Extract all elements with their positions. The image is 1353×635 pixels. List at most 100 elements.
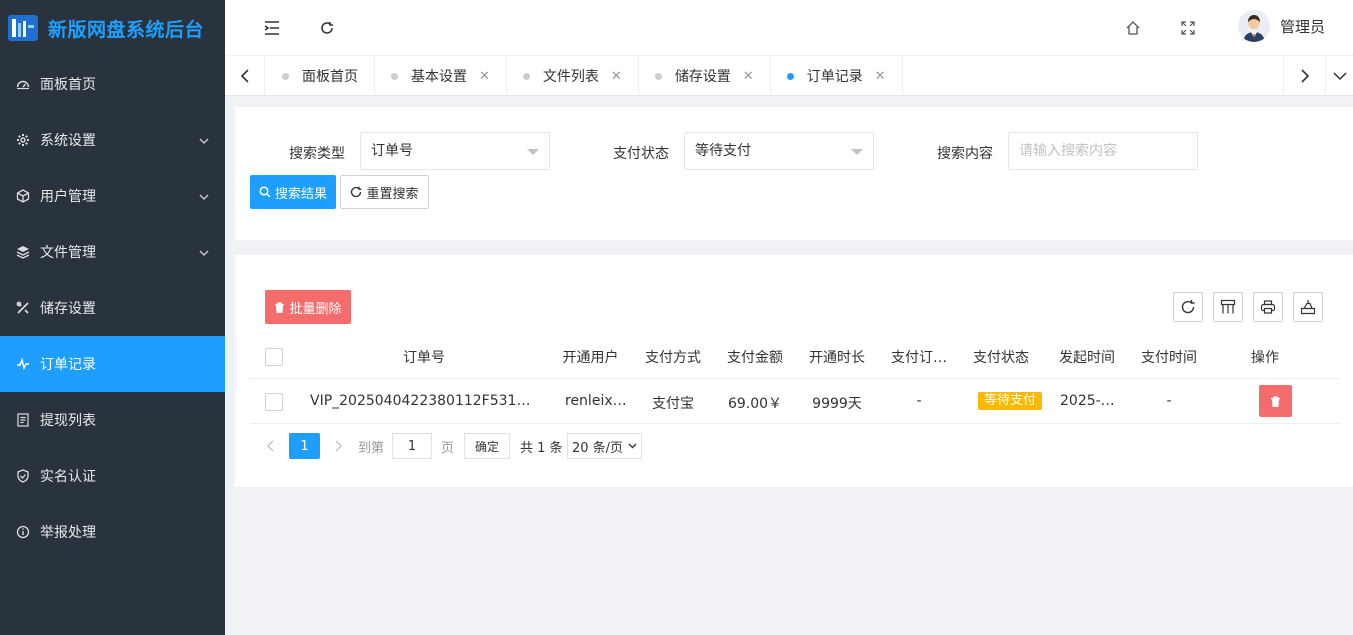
close-icon[interactable]: ✕	[479, 69, 490, 84]
close-icon[interactable]: ✕	[611, 69, 622, 84]
close-icon[interactable]: ✕	[875, 69, 886, 84]
chevron-down-icon	[199, 133, 209, 149]
refresh-icon[interactable]	[315, 16, 339, 40]
status-badge: 等待支付	[978, 392, 1043, 410]
goto-confirm-button[interactable]: 确定	[464, 433, 510, 459]
column-header: 支付时间	[1141, 350, 1197, 366]
tab-label: 面板首页	[302, 69, 358, 85]
sidebar-item-user-management[interactable]: 用户管理	[0, 168, 225, 224]
chevron-down-icon	[527, 149, 539, 155]
close-icon[interactable]: ✕	[743, 69, 754, 84]
cell-duration: 9999天	[812, 396, 862, 412]
topbar: 管理员	[225, 0, 1353, 56]
row-divider	[250, 423, 1340, 424]
admin-menu[interactable]: 管理员	[1237, 10, 1325, 42]
page-size-value: 20 条/页	[572, 440, 624, 456]
search-type-label: 搜索类型	[289, 146, 345, 162]
sidebar-item-file-management[interactable]: 文件管理	[0, 224, 225, 280]
sidebar-item-system-settings[interactable]: 系统设置	[0, 112, 225, 168]
chevron-down-icon	[199, 189, 209, 205]
header-divider	[250, 378, 1340, 379]
sidebar: 新版网盘系统后台 面板首页系统设置用户管理文件管理储存设置订单记录提现列表实名认…	[0, 0, 225, 635]
batch-delete-button[interactable]: 批量删除	[265, 290, 351, 324]
sidebar-item-label: 储存设置	[40, 301, 96, 317]
page-next-button[interactable]	[332, 433, 346, 459]
dashboard-icon	[16, 77, 30, 91]
tab-2[interactable]: 文件列表 ✕	[507, 56, 639, 96]
trash-icon	[274, 301, 285, 313]
sidebar-item-order-records[interactable]: 订单记录	[0, 336, 225, 392]
tabs-dropdown-button[interactable]	[1325, 56, 1353, 96]
shield-check-icon	[16, 469, 30, 483]
home-icon[interactable]	[1121, 16, 1145, 40]
tab-label: 订单记录	[806, 69, 863, 85]
fullscreen-icon[interactable]	[1176, 16, 1200, 40]
row-delete-button[interactable]	[1259, 385, 1292, 417]
column-header: 开通时长	[809, 350, 865, 366]
search-icon	[259, 186, 271, 198]
sidebar-item-home[interactable]: 面板首页	[0, 56, 225, 112]
column-header: 发起时间	[1059, 350, 1115, 366]
sidebar-item-label: 用户管理	[40, 189, 96, 205]
tab-3[interactable]: 储存设置 ✕	[639, 56, 771, 96]
search-type-select[interactable]: 订单号	[360, 132, 550, 170]
cell-pay-order: -	[916, 393, 922, 409]
table-refresh-button[interactable]	[1173, 292, 1203, 322]
pay-status-label: 支付状态	[613, 146, 669, 162]
tabs-prev-button[interactable]	[225, 56, 265, 96]
sidebar-item-label: 提现列表	[40, 413, 96, 429]
page-size-select[interactable]: 20 条/页	[567, 433, 642, 459]
page-prev-button[interactable]	[263, 433, 277, 459]
pay-status-value: 等待支付	[695, 143, 751, 159]
export-icon	[1300, 299, 1316, 315]
app-title: 新版网盘系统后台	[48, 18, 205, 41]
columns-filter-button[interactable]	[1213, 292, 1243, 322]
reset-icon	[350, 186, 362, 198]
search-button[interactable]: 搜索结果	[250, 175, 336, 209]
row-checkbox[interactable]	[265, 393, 283, 411]
page-current[interactable]: 1	[289, 433, 320, 459]
table-panel: 批量删除 订单号 开通用户 支付方式 支付金额 开通时长 支付订… 支付状态 发起时间 支付时间…	[235, 255, 1353, 487]
reset-button[interactable]: 重置搜索	[340, 175, 429, 209]
print-button[interactable]	[1253, 292, 1283, 322]
sidebar-item-real-name-auth[interactable]: 实名认证	[0, 448, 225, 504]
goto-suffix: 页	[441, 440, 455, 456]
column-header: 支付订…	[891, 350, 947, 366]
cell-paid-time: -	[1166, 393, 1172, 409]
menu-collapse-icon[interactable]	[260, 16, 284, 40]
cell-amount: 69.00￥	[727, 396, 783, 412]
tools-icon	[16, 301, 30, 315]
search-content-input[interactable]	[1008, 132, 1198, 170]
sidebar-item-label: 举报处理	[40, 525, 96, 541]
tab-dot-icon	[282, 72, 289, 80]
sidebar-item-withdraw-list[interactable]: 提现列表	[0, 392, 225, 448]
pulse-icon	[16, 357, 30, 371]
select-all-checkbox[interactable]	[265, 348, 283, 366]
sidebar-item-storage-settings[interactable]: 储存设置	[0, 280, 225, 336]
column-header: 支付状态	[973, 350, 1029, 366]
goto-prefix: 到第	[358, 440, 385, 456]
cube-icon	[16, 189, 30, 203]
tab-1[interactable]: 基本设置 ✕	[375, 56, 507, 96]
tab-0[interactable]: 面板首页	[266, 56, 375, 96]
pay-status-select[interactable]: 等待支付	[684, 132, 874, 170]
sidebar-item-report-handling[interactable]: 举报处理	[0, 504, 225, 560]
info-circle-icon	[16, 525, 30, 539]
goto-page-input[interactable]: 1	[392, 433, 432, 459]
logo: 新版网盘系统后台	[0, 0, 225, 56]
gear-icon	[16, 133, 30, 147]
column-header: 开通用户	[562, 350, 619, 366]
tab-dot-icon	[786, 72, 794, 80]
tabs-next-button[interactable]	[1283, 56, 1325, 96]
batch-delete-label: 批量删除	[289, 301, 342, 317]
tab-4[interactable]: 订单记录 ✕	[771, 56, 903, 96]
list-icon	[16, 413, 30, 427]
sidebar-item-label: 系统设置	[40, 133, 96, 149]
tab-label: 储存设置	[674, 69, 731, 85]
tab-dot-icon	[522, 72, 530, 80]
print-icon	[1260, 299, 1276, 315]
cell-user: renleix…	[565, 393, 627, 409]
tab-dot-icon	[654, 72, 662, 80]
export-button[interactable]	[1293, 292, 1323, 322]
refresh-icon	[1180, 299, 1196, 315]
